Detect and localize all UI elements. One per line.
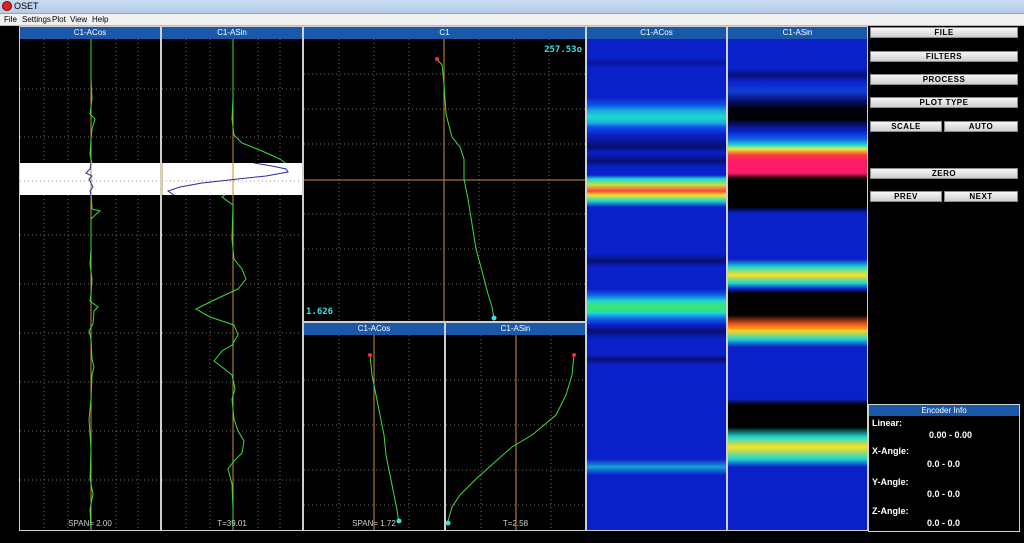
z-angle-value: 0.0 - 0.0 [927, 518, 961, 528]
x-angle-label: X-Angle: [872, 446, 909, 456]
lower-chart-acos[interactable]: C1-ACos SPAN= 1.72 [303, 322, 445, 531]
panel-title: C1-ASin [162, 27, 302, 39]
title-bar: OSET [0, 0, 1024, 14]
menu-bar: File Settings Plot View Help [0, 14, 1024, 26]
menu-plot[interactable]: Plot [52, 14, 66, 25]
start-marker [368, 353, 372, 357]
y-angle-label: Y-Angle: [872, 477, 909, 487]
z-angle-label: Z-Angle: [872, 506, 909, 516]
panel-title: C1-ACos [20, 27, 160, 39]
panel-title: C1-ACos [587, 27, 726, 39]
prev-button[interactable]: PREV [870, 191, 942, 202]
zero-button[interactable]: ZERO [870, 168, 1018, 179]
menu-help[interactable]: Help [92, 14, 108, 25]
linear-label: Linear: [872, 418, 903, 428]
span-label: SPAN= 1.72 [352, 519, 396, 528]
window-title: OSET [14, 1, 39, 11]
highlight-band [20, 163, 160, 195]
menu-view[interactable]: View [70, 14, 87, 25]
encoder-info-panel: Encoder Info Linear: 0.00 - 0.00 X-Angle… [868, 404, 1020, 532]
angle-value: 257.53o [544, 45, 582, 55]
workspace: C1-ACos SPAN= 2.00 C1-ASin T=39.01 C1 25… [0, 26, 1024, 543]
cscan-acos[interactable]: C1-ACos [586, 26, 727, 531]
x-angle-value: 0.0 - 0.0 [927, 459, 961, 469]
cscan-asin[interactable]: C1-ASin [727, 26, 868, 531]
menu-file[interactable]: File [4, 14, 17, 25]
asin-heatmap [728, 39, 867, 530]
time-label: T=39.01 [217, 519, 247, 528]
y-angle-value: 0.0 - 0.0 [927, 489, 961, 499]
strip-chart-asin[interactable]: C1-ASin T=39.01 [161, 26, 303, 531]
end-marker [491, 315, 497, 321]
panel-title: C1 [304, 27, 585, 39]
file-button[interactable]: FILE [870, 27, 1018, 38]
strip-chart-acos[interactable]: C1-ACos SPAN= 2.00 [19, 26, 161, 531]
panel-title: C1-ACos [304, 323, 444, 335]
lower-asin-plot [446, 335, 585, 530]
highlight-band [162, 163, 302, 195]
start-marker [435, 57, 439, 61]
xy-plot-c1[interactable]: C1 257.53o 1.626 [303, 26, 586, 322]
start-marker [572, 353, 576, 357]
strip-asin-plot [162, 39, 302, 530]
plot-type-button[interactable]: PLOT TYPE [870, 97, 1018, 108]
amplitude-value: 1.626 [306, 307, 334, 317]
c1-plot [304, 39, 585, 321]
encoder-title: Encoder Info [869, 405, 1019, 416]
strip-acos-plot [20, 39, 160, 530]
panel-title: C1-ASin [446, 323, 585, 335]
lower-acos-plot [304, 335, 444, 530]
next-button[interactable]: NEXT [944, 191, 1018, 202]
process-button[interactable]: PROCESS [870, 74, 1018, 85]
app-icon [2, 1, 12, 11]
lower-chart-asin[interactable]: C1-ASin T=2.58 [445, 322, 586, 531]
menu-settings[interactable]: Settings [22, 14, 51, 25]
filters-button[interactable]: FILTERS [870, 51, 1018, 62]
auto-button[interactable]: AUTO [944, 121, 1018, 132]
panel-title: C1-ASin [728, 27, 867, 39]
linear-value: 0.00 - 0.00 [929, 430, 973, 440]
acos-heatmap [587, 39, 726, 530]
span-label: SPAN= 2.00 [68, 519, 112, 528]
time-label: T=2.58 [502, 519, 529, 528]
scale-button[interactable]: SCALE [870, 121, 942, 132]
